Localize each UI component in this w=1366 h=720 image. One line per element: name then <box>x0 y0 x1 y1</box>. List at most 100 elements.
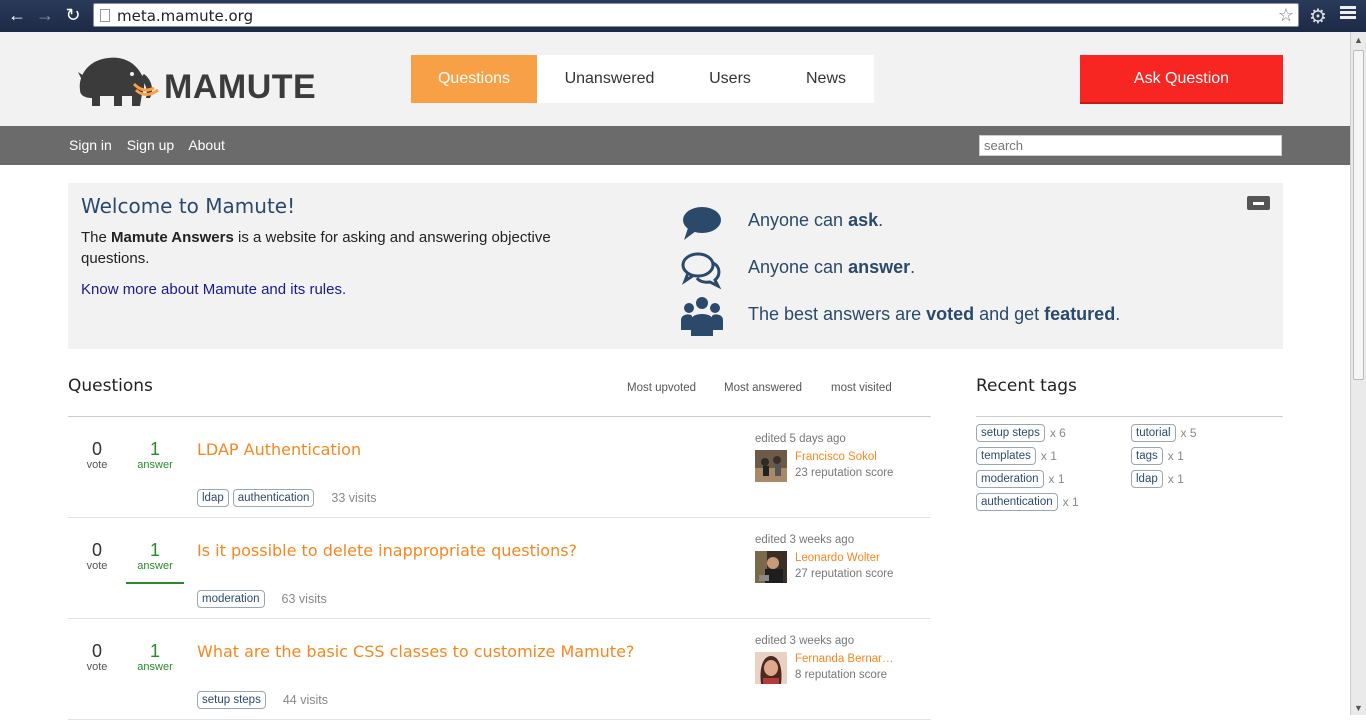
tag[interactable]: setup steps <box>197 691 266 709</box>
vote-count: 0 vote <box>86 641 108 673</box>
sort-most-answered[interactable]: Most answered <box>724 382 802 394</box>
recent-tag-item: tutorial x 5 <box>1131 424 1197 442</box>
answer-count: 1 answer <box>137 439 173 471</box>
scroll-up-icon[interactable]: ▲ <box>1354 35 1363 45</box>
avatar[interactable] <box>755 652 787 684</box>
tag[interactable]: ldap <box>1131 470 1163 488</box>
tag-count: x 5 <box>1180 426 1197 440</box>
mammoth-icon <box>78 57 159 106</box>
bookmark-star-icon[interactable]: ☆ <box>1278 5 1294 26</box>
tag[interactable]: setup steps <box>976 424 1045 442</box>
question-tags: moderation 63 visits <box>197 590 327 608</box>
chat-bubbles-icon <box>681 252 722 290</box>
recent-tag-item: tags x 1 <box>1131 447 1184 465</box>
question-tags: setup steps 44 visits <box>197 691 328 709</box>
question-meta: edited 5 days ago Francisco Sokol 23 rep… <box>755 433 925 482</box>
question-row: 0 vote 1 answer What are the basic CSS cla… <box>68 619 931 720</box>
scroll-down-icon[interactable]: ▼ <box>1354 703 1363 713</box>
speech-bubble-icon <box>683 207 721 240</box>
reputation: 23 reputation score <box>795 467 894 479</box>
ask-question-button[interactable]: Ask Question <box>1080 55 1283 104</box>
nav-users[interactable]: Users <box>682 55 778 103</box>
question-meta: edited 3 weeks ago Fernanda Bernar… 8 re… <box>755 635 925 684</box>
forward-arrow-icon[interactable]: → <box>35 5 55 25</box>
tag[interactable]: moderation <box>976 470 1044 488</box>
welcome-description: The Mamute Answers is a website for aski… <box>81 229 551 267</box>
sort-most-visited[interactable]: most visited <box>831 382 892 394</box>
edited-time: edited 3 weeks ago <box>755 534 855 546</box>
page-icon <box>100 9 110 22</box>
nav-news[interactable]: News <box>778 55 874 103</box>
group-icon <box>681 297 723 336</box>
reputation: 8 reputation score <box>795 669 888 681</box>
sign-up-link[interactable]: Sign up <box>127 137 174 153</box>
mamute-logo[interactable]: MAMUTE <box>74 50 324 110</box>
search-input[interactable] <box>979 135 1282 156</box>
questions-heading: Questions <box>68 376 153 396</box>
gear-icon[interactable]: ⚙ <box>1309 4 1327 29</box>
user-bar: Sign in Sign up About <box>0 126 1350 165</box>
recent-tag-item: setup steps x 6 <box>976 424 1066 442</box>
tag-count: x 1 <box>1048 472 1065 486</box>
back-arrow-icon[interactable]: ← <box>7 5 27 25</box>
recent-tag-item: moderation x 1 <box>976 470 1065 488</box>
tag[interactable]: tutorial <box>1131 424 1176 442</box>
feature-answer-text: Anyone can answer. <box>748 257 916 277</box>
avatar[interactable] <box>755 551 787 583</box>
tag-count: x 6 <box>1049 426 1066 440</box>
nav-unanswered[interactable]: Unanswered <box>537 55 682 103</box>
divider <box>976 416 1283 417</box>
about-link[interactable]: About <box>188 137 225 153</box>
nav-questions[interactable]: Questions <box>411 55 537 103</box>
sort-most-upvoted[interactable]: Most upvoted <box>627 382 696 394</box>
tag[interactable]: moderation <box>197 590 265 608</box>
recent-tag-item: templates x 1 <box>976 447 1057 465</box>
site-header: MAMUTE Questions Unanswered Users News A… <box>0 32 1350 126</box>
answer-count: 1 answer <box>126 540 184 584</box>
recent-tag-item: ldap x 1 <box>1131 470 1184 488</box>
question-title[interactable]: Is it possible to delete inappropriate q… <box>197 541 577 560</box>
tag[interactable]: templates <box>976 447 1036 465</box>
sign-in-link[interactable]: Sign in <box>69 137 112 153</box>
scroll-thumb[interactable] <box>1353 50 1364 380</box>
collapse-icon[interactable] <box>1247 196 1270 210</box>
vote-count: 0 vote <box>86 540 108 572</box>
url-text: meta.mamute.org <box>117 7 254 25</box>
user-name[interactable]: Francisco Sokol <box>795 451 907 463</box>
page-scrollbar[interactable]: ▲ ▼ <box>1350 32 1366 715</box>
menu-icon[interactable] <box>1340 6 1356 20</box>
address-bar[interactable]: meta.mamute.org ☆ <box>93 3 1299 27</box>
tag[interactable]: tags <box>1131 447 1163 465</box>
edited-time: edited 5 days ago <box>755 433 846 445</box>
reputation: 27 reputation score <box>795 568 894 580</box>
edited-time: edited 3 weeks ago <box>755 635 855 647</box>
tag-count: x 1 <box>1062 495 1079 509</box>
user-name[interactable]: Fernanda Bernar… <box>795 653 907 665</box>
tag[interactable]: authentication <box>976 493 1058 511</box>
visit-count: 33 visits <box>331 491 377 505</box>
question-tags: ldap authentication 33 visits <box>197 489 377 507</box>
main-nav: Questions Unanswered Users News <box>411 55 874 103</box>
recent-tags-heading: Recent tags <box>976 376 1077 396</box>
visit-count: 63 visits <box>281 592 327 606</box>
avatar[interactable] <box>755 450 787 482</box>
tag[interactable]: ldap <box>197 489 229 507</box>
know-more-link[interactable]: Know more about Mamute and its rules. <box>81 281 346 298</box>
question-row: 0 vote 1 answer Is it possible to delete i… <box>68 518 931 619</box>
question-row: 0 vote 1 answer LDAP Authentication ldap a… <box>68 417 931 518</box>
tag-count: x 1 <box>1167 449 1184 463</box>
welcome-title: Welcome to Mamute! <box>81 194 296 218</box>
feature-ask-text: Anyone can ask. <box>748 210 884 230</box>
question-title[interactable]: LDAP Authentication <box>197 440 361 459</box>
reload-icon[interactable]: ↻ <box>63 5 83 25</box>
question-meta: edited 3 weeks ago Leonardo Wolter 27 re… <box>755 534 925 583</box>
answer-count: 1 answer <box>137 641 173 673</box>
question-title[interactable]: What are the basic CSS classes to custom… <box>197 642 634 661</box>
feature-voted-text: The best answers are voted and get featu… <box>748 304 1121 324</box>
logo-text: MAMUTE <box>164 68 317 106</box>
user-name[interactable]: Leonardo Wolter <box>795 552 907 564</box>
tag[interactable]: authentication <box>232 489 315 507</box>
visit-count: 44 visits <box>282 693 328 707</box>
tag-count: x 1 <box>1167 472 1184 486</box>
browser-toolbar: ← → ↻ meta.mamute.org ☆ ⚙ <box>0 0 1366 32</box>
